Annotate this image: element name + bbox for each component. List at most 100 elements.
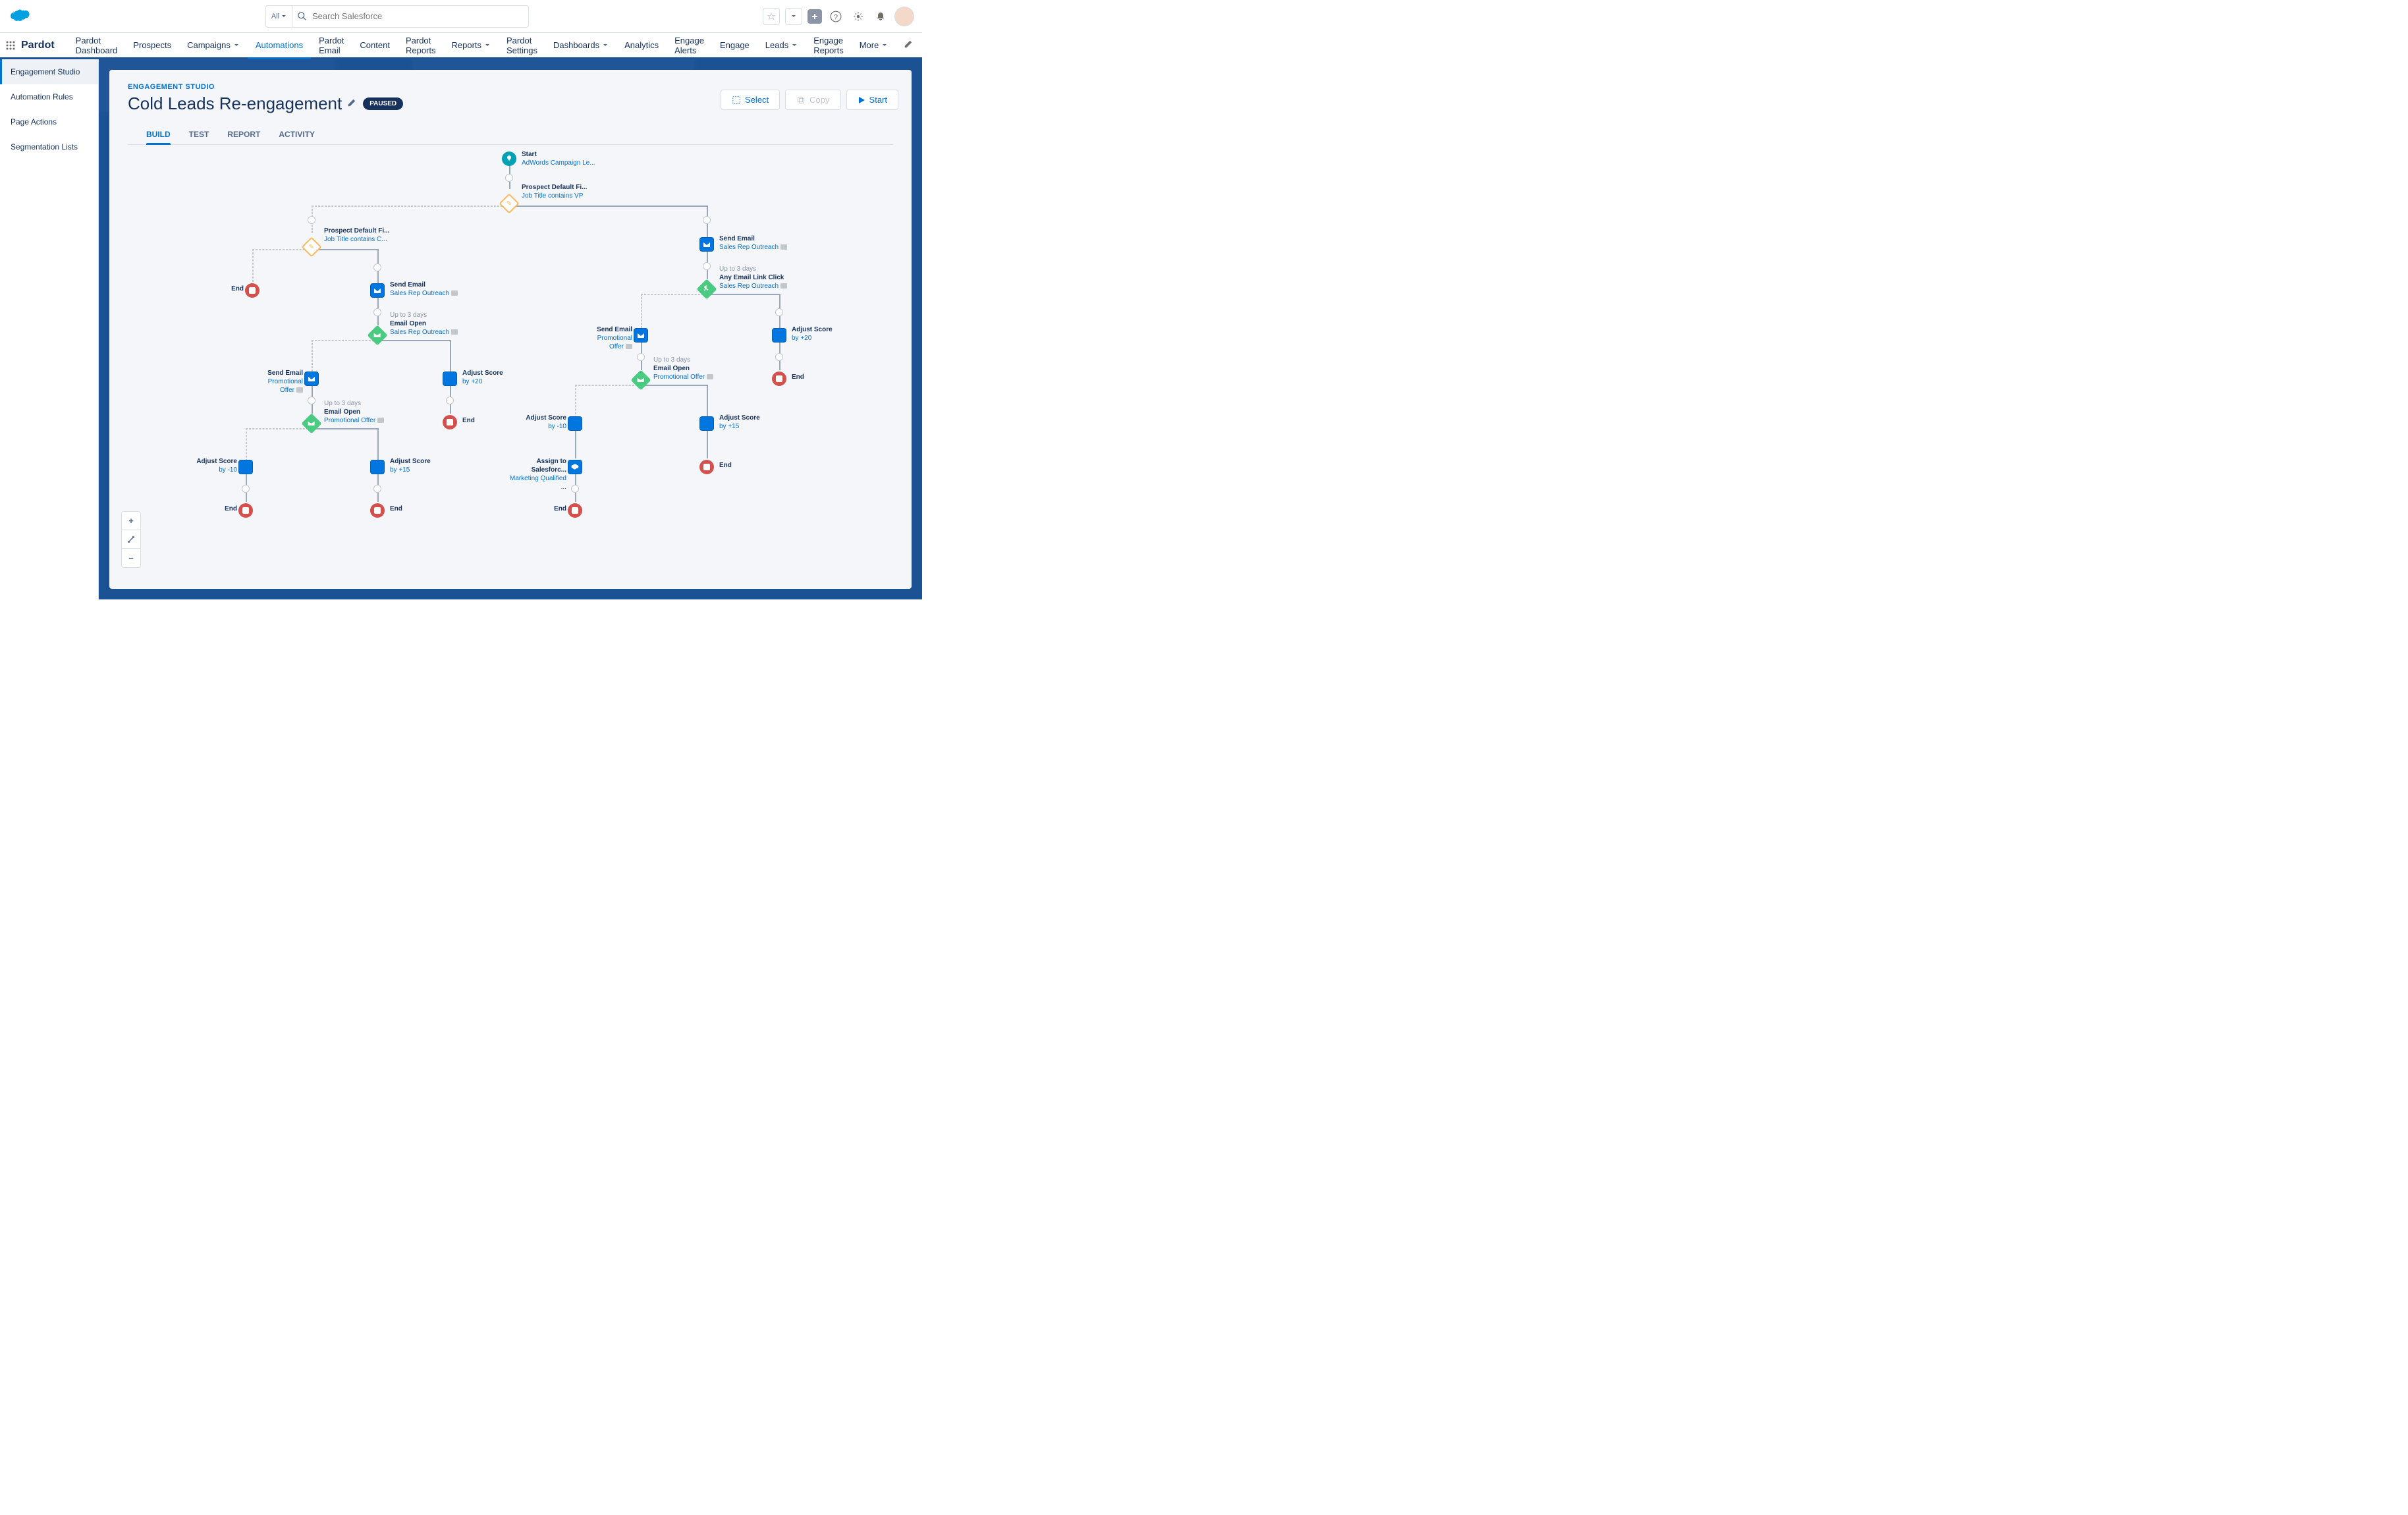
select-button[interactable]: Select	[721, 90, 780, 110]
zoom-controls: + −	[121, 511, 141, 568]
edit-nav-icon[interactable]	[896, 40, 921, 51]
user-avatar[interactable]	[894, 7, 914, 26]
action-node[interactable]	[568, 460, 582, 474]
salesforce-logo-icon	[8, 9, 32, 24]
nav-item-pardot-email[interactable]: Pardot Email	[311, 33, 352, 57]
action-node[interactable]	[634, 328, 648, 343]
nav-item-automations[interactable]: Automations	[248, 33, 311, 57]
tab-report[interactable]: REPORT	[227, 124, 260, 144]
nav-item-dashboards[interactable]: Dashboards	[545, 33, 616, 57]
nav-item-leads[interactable]: Leads	[757, 33, 806, 57]
add-step[interactable]	[775, 353, 783, 361]
end-node[interactable]	[772, 372, 786, 386]
action-node[interactable]	[568, 416, 582, 431]
tab-activity[interactable]: ACTIVITY	[279, 124, 315, 144]
add-step[interactable]	[505, 174, 513, 182]
app-name: Pardot	[21, 40, 55, 51]
node-label: StartAdWords Campaign Le...	[522, 150, 595, 167]
flow-canvas[interactable]: StartAdWords Campaign Le... ✎ Prospect D…	[109, 145, 912, 580]
asset-icon	[707, 374, 713, 379]
chevron-down-icon	[484, 42, 491, 49]
add-step[interactable]	[373, 308, 381, 316]
nav-item-reports[interactable]: Reports	[443, 33, 499, 57]
zoom-out-button[interactable]: −	[122, 549, 140, 567]
action-node[interactable]	[304, 372, 319, 386]
sidebar-item-engagement-studio[interactable]: Engagement Studio	[0, 59, 98, 84]
end-node[interactable]	[568, 503, 582, 518]
nav-item-prospects[interactable]: Prospects	[125, 33, 179, 57]
action-node[interactable]	[370, 460, 385, 474]
end-node[interactable]	[699, 460, 714, 474]
rule-node[interactable]: ✎	[499, 193, 519, 213]
search-scope-dropdown[interactable]: All	[266, 6, 292, 27]
start-node[interactable]	[502, 152, 516, 166]
nav-item-pardot-dashboard[interactable]: Pardot Dashboard	[68, 33, 126, 57]
node-label: Assign to Salesforc...Marketing Qualifie…	[503, 457, 566, 491]
edit-title-icon[interactable]	[347, 98, 356, 109]
left-sidebar: Engagement StudioAutomation RulesPage Ac…	[0, 59, 99, 599]
action-node[interactable]	[772, 328, 786, 343]
notifications-icon[interactable]	[872, 8, 889, 25]
add-step[interactable]	[373, 263, 381, 271]
add-step[interactable]	[703, 262, 711, 270]
add-step[interactable]	[373, 485, 381, 493]
copy-button[interactable]: Copy	[785, 90, 840, 110]
nav-item-engage-reports[interactable]: Engage Reports	[806, 33, 852, 57]
action-node[interactable]	[699, 237, 714, 252]
rule-node[interactable]: ✎	[301, 236, 321, 257]
node-label: Send EmailPromotional Offer	[253, 369, 303, 395]
action-node[interactable]	[699, 416, 714, 431]
add-step[interactable]	[446, 397, 454, 404]
add-step[interactable]	[308, 216, 315, 224]
add-step[interactable]	[571, 485, 579, 493]
nav-item-analytics[interactable]: Analytics	[616, 33, 667, 57]
nav-item-engage[interactable]: Engage	[712, 33, 757, 57]
nav-item-pardot-settings[interactable]: Pardot Settings	[499, 33, 545, 57]
tab-test[interactable]: TEST	[189, 124, 209, 144]
search-input[interactable]	[312, 11, 523, 21]
end-node[interactable]	[245, 283, 260, 298]
add-step[interactable]	[242, 485, 250, 493]
favorites-button[interactable]	[763, 8, 780, 25]
zoom-in-button[interactable]: +	[122, 512, 140, 530]
app-launcher-icon[interactable]	[5, 36, 16, 55]
help-icon[interactable]: ?	[827, 8, 844, 25]
start-button[interactable]: Start	[846, 90, 898, 110]
add-button[interactable]	[807, 9, 822, 24]
favorites-dropdown[interactable]	[785, 8, 802, 25]
nav-item-content[interactable]: Content	[352, 33, 398, 57]
node-label: Adjust Scoreby -10	[194, 457, 237, 474]
action-node[interactable]	[443, 372, 457, 386]
action-node[interactable]	[238, 460, 253, 474]
end-node[interactable]	[238, 503, 253, 518]
end-node[interactable]	[443, 415, 457, 429]
nav-item-more[interactable]: More	[852, 33, 896, 57]
node-label: Up to 3 daysEmail OpenPromotional Offer	[653, 356, 713, 381]
add-step[interactable]	[637, 353, 645, 361]
node-label: End	[719, 461, 732, 470]
zoom-fit-button[interactable]	[122, 530, 140, 549]
status-badge: PAUSED	[363, 97, 403, 110]
end-node[interactable]	[370, 503, 385, 518]
trigger-node[interactable]	[367, 325, 387, 345]
asset-icon	[780, 283, 787, 289]
add-step[interactable]	[308, 397, 315, 404]
add-step[interactable]	[775, 308, 783, 316]
setup-icon[interactable]	[850, 8, 867, 25]
node-label: End	[792, 373, 804, 381]
sidebar-item-automation-rules[interactable]: Automation Rules	[0, 84, 98, 109]
nav-item-campaigns[interactable]: Campaigns	[179, 33, 248, 57]
add-step[interactable]	[703, 216, 711, 224]
sidebar-item-segmentation-lists[interactable]: Segmentation Lists	[0, 134, 98, 159]
sidebar-item-page-actions[interactable]: Page Actions	[0, 109, 98, 134]
trigger-node[interactable]	[301, 413, 321, 433]
trigger-node[interactable]	[630, 370, 651, 390]
nav-item-pardot-reports[interactable]: Pardot Reports	[398, 33, 444, 57]
tab-build[interactable]: BUILD	[146, 124, 171, 144]
trigger-node[interactable]	[696, 279, 717, 299]
action-node[interactable]	[370, 283, 385, 298]
studio-card: ENGAGEMENT STUDIO Cold Leads Re-engageme…	[109, 70, 912, 589]
page-title: Cold Leads Re-engagement	[128, 94, 342, 114]
nav-item-engage-alerts[interactable]: Engage Alerts	[667, 33, 712, 57]
chevron-down-icon	[791, 42, 798, 49]
